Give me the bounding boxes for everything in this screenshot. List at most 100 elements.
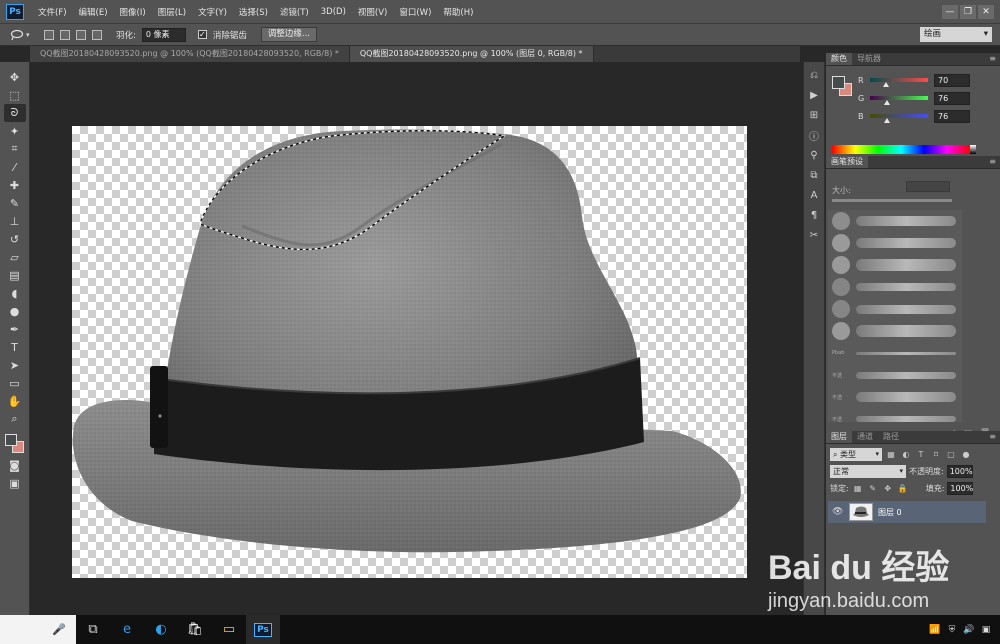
magic-wand-icon[interactable]: ✦	[4, 122, 26, 140]
network-icon[interactable]: 📶	[929, 624, 941, 636]
red-slider[interactable]	[870, 78, 928, 87]
list-item[interactable]	[828, 232, 962, 254]
green-slider[interactable]	[870, 96, 928, 105]
tab-channels[interactable]: 通道	[852, 431, 878, 443]
antialias-checkbox[interactable]: ✓	[197, 30, 207, 39]
file-explorer-icon[interactable]: ▭	[212, 615, 246, 644]
new-selection-button[interactable]	[44, 29, 54, 40]
blend-mode-select[interactable]: 正常	[830, 465, 906, 478]
screen-mode-icon[interactable]: ▣	[4, 474, 26, 492]
green-value-input[interactable]: 76	[934, 91, 970, 105]
brush-icon[interactable]: ✎	[4, 194, 26, 212]
red-value-input[interactable]: 70	[934, 73, 970, 87]
quick-mask-icon[interactable]: ◙	[4, 456, 26, 474]
menu-window[interactable]: 窗口(W)	[393, 6, 437, 18]
tab-document-1[interactable]: QQ截图20180428093520.png @ 100% (QQ截图20180…	[30, 46, 350, 62]
crop-icon[interactable]: ⌗	[4, 140, 26, 158]
properties-icon[interactable]: ⊞	[805, 106, 823, 124]
tab-color[interactable]: 颜色	[826, 53, 852, 65]
pen-icon[interactable]: ✒	[4, 320, 26, 338]
paragraph-icon[interactable]: ¶	[805, 206, 823, 224]
tab-document-2[interactable]: QQ截图20180428093520.png @ 100% (图层 0, RGB…	[349, 46, 594, 62]
panel-menu-icon[interactable]: ≡	[989, 156, 996, 168]
list-item[interactable]	[828, 276, 962, 298]
refine-edge-button[interactable]: 调整边缘...	[260, 27, 317, 42]
move-icon[interactable]: ✥	[4, 68, 26, 86]
tab-paths[interactable]: 路径	[878, 431, 904, 443]
clone-source-icon[interactable]: ⧉	[805, 166, 823, 184]
lasso-preset-picker[interactable]: ▾	[10, 27, 38, 43]
filter-toggle-icon[interactable]: ●	[960, 449, 972, 461]
fill-input[interactable]: 100%	[947, 482, 974, 495]
list-item[interactable]	[828, 298, 962, 320]
slider-thumb[interactable]	[884, 118, 891, 123]
history-brush-icon[interactable]: ↺	[4, 230, 26, 248]
layer-row[interactable]: 👁 图层 0	[828, 501, 986, 523]
foreground-color-swatch[interactable]	[4, 434, 17, 446]
lasso-icon[interactable]: ᘐ	[3, 104, 26, 122]
lock-all-icon[interactable]: 🔒	[897, 483, 909, 495]
tab-brush-presets[interactable]: 画笔预设	[826, 156, 868, 168]
adjustment-filter-icon[interactable]: ◐	[900, 449, 912, 461]
panel-menu-icon[interactable]: ≡	[989, 431, 996, 443]
list-item[interactable]	[828, 320, 962, 342]
list-item[interactable]: 不透	[828, 386, 962, 408]
feather-input[interactable]: 0 像素	[141, 27, 186, 42]
pixel-filter-icon[interactable]: ▦	[885, 449, 897, 461]
brush-preset-list[interactable]: Pbab 不透 不透 不透	[828, 210, 962, 422]
path-select-icon[interactable]: ➤	[4, 356, 26, 374]
blue-value-input[interactable]: 76	[934, 109, 970, 123]
restore-button[interactable]: ❐	[960, 4, 976, 19]
eye-icon[interactable]: 👁	[832, 507, 844, 517]
photoshop-taskbar-icon[interactable]: Ps	[246, 615, 280, 644]
store-icon[interactable]: 🛍	[178, 615, 212, 644]
lock-transparent-icon[interactable]: ▦	[852, 483, 864, 495]
list-item[interactable]: Pbab	[828, 342, 962, 364]
info-icon[interactable]: ⓘ	[805, 126, 823, 144]
minimize-button[interactable]: —	[942, 4, 958, 19]
tool-presets-icon[interactable]: ✂	[805, 226, 823, 244]
eraser-icon[interactable]: ▱	[4, 248, 26, 266]
actions-icon[interactable]: ▶	[805, 86, 823, 104]
microphone-icon[interactable]: 🎤	[52, 623, 66, 636]
tab-navigator[interactable]: 导航器	[852, 53, 886, 65]
task-view-icon[interactable]: ⧉	[76, 615, 110, 644]
type-filter-icon[interactable]: T	[915, 449, 927, 461]
color-swatches[interactable]	[3, 432, 27, 456]
type-icon[interactable]: T	[4, 338, 26, 356]
brush-size-input[interactable]	[906, 181, 950, 192]
lock-position-icon[interactable]: ✥	[882, 483, 894, 495]
menu-layer[interactable]: 图层(L)	[152, 6, 192, 18]
brush-size-slider[interactable]	[832, 199, 952, 202]
slider-thumb[interactable]	[882, 82, 889, 87]
zoom-icon[interactable]: ⌕	[4, 410, 26, 428]
menu-edit[interactable]: 编辑(E)	[73, 6, 114, 18]
menu-type[interactable]: 文字(Y)	[192, 6, 233, 18]
list-item[interactable]	[828, 210, 962, 232]
blur-icon[interactable]: ◖	[4, 284, 26, 302]
menu-select[interactable]: 选择(S)	[233, 6, 274, 18]
color-spectrum-bar[interactable]	[832, 145, 976, 154]
marquee-icon[interactable]: ⬚	[4, 86, 26, 104]
subtract-selection-button[interactable]	[76, 29, 86, 40]
menu-image[interactable]: 图像(I)	[114, 6, 152, 18]
document-canvas[interactable]	[72, 126, 747, 578]
notification-icon[interactable]: ▣	[980, 624, 992, 636]
menu-filter[interactable]: 滤镜(T)	[274, 6, 315, 18]
lock-pixels-icon[interactable]: ✎	[867, 483, 879, 495]
menu-help[interactable]: 帮助(H)	[437, 6, 479, 18]
taskbar-search[interactable]: 🎤	[0, 615, 76, 644]
gradient-icon[interactable]: ▤	[4, 266, 26, 284]
slider-thumb[interactable]	[884, 100, 891, 105]
history-icon[interactable]: ⎌	[805, 66, 823, 84]
dodge-icon[interactable]: ●	[4, 302, 26, 320]
menu-view[interactable]: 视图(V)	[352, 6, 393, 18]
stamp-icon[interactable]: ⊥	[4, 212, 26, 230]
intersect-selection-button[interactable]	[92, 29, 102, 40]
close-button[interactable]: ✕	[978, 4, 994, 19]
workspace-select[interactable]: 绘画	[920, 27, 992, 42]
healing-icon[interactable]: ✚	[4, 176, 26, 194]
layer-filter-select[interactable]: ⌕ 类型	[830, 448, 882, 461]
eyedropper-icon[interactable]: ⁄	[4, 158, 26, 176]
character-icon[interactable]: A	[805, 186, 823, 204]
